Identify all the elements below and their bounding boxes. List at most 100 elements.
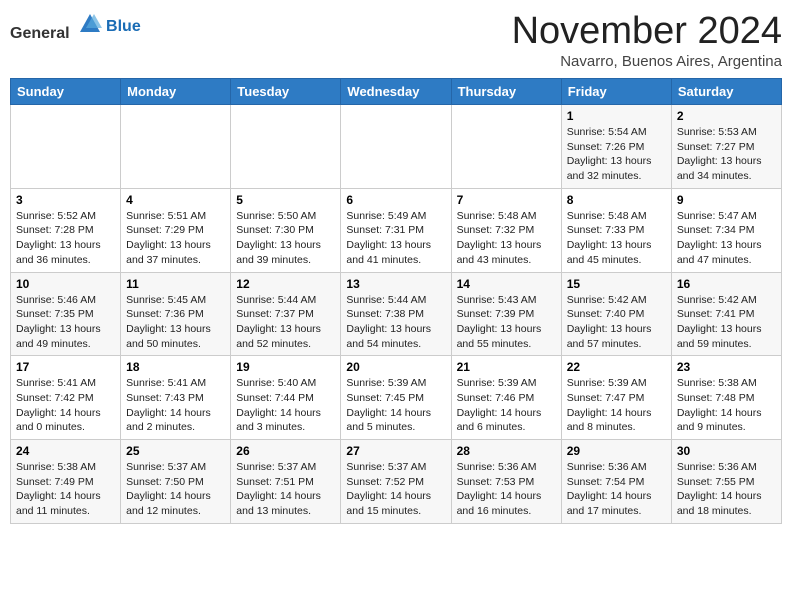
- day-number: 20: [346, 360, 445, 374]
- day-number: 28: [457, 444, 556, 458]
- day-detail: Sunrise: 5:36 AM Sunset: 7:53 PM Dayligh…: [457, 460, 556, 519]
- calendar-cell: 7Sunrise: 5:48 AM Sunset: 7:32 PM Daylig…: [451, 188, 561, 272]
- day-number: 27: [346, 444, 445, 458]
- day-detail: Sunrise: 5:38 AM Sunset: 7:48 PM Dayligh…: [677, 376, 776, 435]
- day-detail: Sunrise: 5:43 AM Sunset: 7:39 PM Dayligh…: [457, 293, 556, 352]
- calendar-cell: 14 Sunrise: 5:43 AM Sunset: 7:39 PM Dayli…: [451, 272, 561, 356]
- calendar-cell: 15 Sunrise: 5:42 AM Sunset: 7:40 PM Dayli…: [561, 272, 671, 356]
- day-number: 24: [16, 444, 115, 458]
- day-detail: Sunrise: 5:49 AM Sunset: 7:31 PM Dayligh…: [346, 209, 445, 268]
- logo-icon: [76, 10, 104, 38]
- day-detail: Sunrise: 5:48 AM Sunset: 7:32 PM Dayligh…: [457, 209, 556, 268]
- calendar-cell: 17 Sunrise: 5:41 AM Sunset: 7:42 PM Dayli…: [11, 356, 121, 440]
- day-detail: Sunrise: 5:46 AM Sunset: 7:35 PM Dayligh…: [16, 293, 115, 352]
- day-detail: Sunrise: 5:37 AM Sunset: 7:52 PM Dayligh…: [346, 460, 445, 519]
- calendar-cell: 24 Sunrise: 5:38 AM Sunset: 7:49 PM Dayli…: [11, 440, 121, 524]
- logo: General Blue: [10, 10, 141, 43]
- day-number: 6: [346, 193, 445, 207]
- calendar-cell: 18Sunrise: 5:41 AM Sunset: 7:43 PM Dayli…: [121, 356, 231, 440]
- page-header: General Blue November 2024 Navarro, Buen…: [10, 10, 782, 70]
- day-detail: Sunrise: 5:36 AM Sunset: 7:55 PM Dayligh…: [677, 460, 776, 519]
- calendar-cell: 9 Sunrise: 5:47 AM Sunset: 7:34 PM Daylig…: [671, 188, 781, 272]
- day-detail: Sunrise: 5:39 AM Sunset: 7:46 PM Dayligh…: [457, 376, 556, 435]
- day-detail: Sunrise: 5:54 AM Sunset: 7:26 PM Dayligh…: [567, 125, 666, 184]
- calendar-cell: 21 Sunrise: 5:39 AM Sunset: 7:46 PM Dayli…: [451, 356, 561, 440]
- calendar-cell: [451, 105, 561, 189]
- title-month: November 2024: [512, 10, 782, 53]
- day-number: 8: [567, 193, 666, 207]
- calendar-table: SundayMondayTuesdayWednesdayThursdayFrid…: [10, 78, 782, 524]
- day-number: 5: [236, 193, 335, 207]
- day-detail: Sunrise: 5:50 AM Sunset: 7:30 PM Dayligh…: [236, 209, 335, 268]
- calendar-cell: [341, 105, 451, 189]
- calendar-cell: 30 Sunrise: 5:36 AM Sunset: 7:55 PM Dayli…: [671, 440, 781, 524]
- day-number: 13: [346, 277, 445, 291]
- day-detail: Sunrise: 5:39 AM Sunset: 7:47 PM Dayligh…: [567, 376, 666, 435]
- day-number: 19: [236, 360, 335, 374]
- title-location: Navarro, Buenos Aires, Argentina: [512, 53, 782, 70]
- logo-general-text: General: [10, 25, 70, 42]
- calendar-cell: 6 Sunrise: 5:49 AM Sunset: 7:31 PM Daylig…: [341, 188, 451, 272]
- calendar-header-monday: Monday: [121, 79, 231, 105]
- day-detail: Sunrise: 5:45 AM Sunset: 7:36 PM Dayligh…: [126, 293, 225, 352]
- calendar-cell: 4 Sunrise: 5:51 AM Sunset: 7:29 PM Daylig…: [121, 188, 231, 272]
- day-detail: Sunrise: 5:38 AM Sunset: 7:49 PM Dayligh…: [16, 460, 115, 519]
- day-number: 15: [567, 277, 666, 291]
- day-number: 12: [236, 277, 335, 291]
- calendar-cell: 29Sunrise: 5:36 AM Sunset: 7:54 PM Dayli…: [561, 440, 671, 524]
- calendar-header-friday: Friday: [561, 79, 671, 105]
- calendar-header-wednesday: Wednesday: [341, 79, 451, 105]
- calendar-cell: [11, 105, 121, 189]
- calendar-header-sunday: Sunday: [11, 79, 121, 105]
- day-number: 23: [677, 360, 776, 374]
- calendar-week-0: 1 Sunrise: 5:54 AM Sunset: 7:26 PM Daylig…: [11, 105, 782, 189]
- day-detail: Sunrise: 5:37 AM Sunset: 7:51 PM Dayligh…: [236, 460, 335, 519]
- calendar-week-4: 24 Sunrise: 5:38 AM Sunset: 7:49 PM Dayli…: [11, 440, 782, 524]
- day-number: 1: [567, 109, 666, 123]
- calendar-cell: 11 Sunrise: 5:45 AM Sunset: 7:36 PM Dayli…: [121, 272, 231, 356]
- calendar-cell: 5 Sunrise: 5:50 AM Sunset: 7:30 PM Daylig…: [231, 188, 341, 272]
- day-detail: Sunrise: 5:44 AM Sunset: 7:38 PM Dayligh…: [346, 293, 445, 352]
- calendar-cell: 16Sunrise: 5:42 AM Sunset: 7:41 PM Dayli…: [671, 272, 781, 356]
- calendar-cell: [121, 105, 231, 189]
- calendar-header-row: SundayMondayTuesdayWednesdayThursdayFrid…: [11, 79, 782, 105]
- day-number: 10: [16, 277, 115, 291]
- calendar-cell: 27 Sunrise: 5:37 AM Sunset: 7:52 PM Dayli…: [341, 440, 451, 524]
- calendar-cell: 13 Sunrise: 5:44 AM Sunset: 7:38 PM Dayli…: [341, 272, 451, 356]
- calendar-cell: 19Sunrise: 5:40 AM Sunset: 7:44 PM Dayli…: [231, 356, 341, 440]
- day-detail: Sunrise: 5:44 AM Sunset: 7:37 PM Dayligh…: [236, 293, 335, 352]
- calendar-cell: 28 Sunrise: 5:36 AM Sunset: 7:53 PM Dayli…: [451, 440, 561, 524]
- day-detail: Sunrise: 5:39 AM Sunset: 7:45 PM Dayligh…: [346, 376, 445, 435]
- day-detail: Sunrise: 5:41 AM Sunset: 7:42 PM Dayligh…: [16, 376, 115, 435]
- day-detail: Sunrise: 5:51 AM Sunset: 7:29 PM Dayligh…: [126, 209, 225, 268]
- day-detail: Sunrise: 5:53 AM Sunset: 7:27 PM Dayligh…: [677, 125, 776, 184]
- day-detail: Sunrise: 5:42 AM Sunset: 7:41 PM Dayligh…: [677, 293, 776, 352]
- day-detail: Sunrise: 5:42 AM Sunset: 7:40 PM Dayligh…: [567, 293, 666, 352]
- day-number: 2: [677, 109, 776, 123]
- title-block: November 2024 Navarro, Buenos Aires, Arg…: [512, 10, 782, 70]
- calendar-cell: 3Sunrise: 5:52 AM Sunset: 7:28 PM Daylig…: [11, 188, 121, 272]
- day-number: 14: [457, 277, 556, 291]
- day-number: 17: [16, 360, 115, 374]
- day-detail: Sunrise: 5:36 AM Sunset: 7:54 PM Dayligh…: [567, 460, 666, 519]
- calendar-cell: 10 Sunrise: 5:46 AM Sunset: 7:35 PM Dayli…: [11, 272, 121, 356]
- calendar-cell: 23 Sunrise: 5:38 AM Sunset: 7:48 PM Dayli…: [671, 356, 781, 440]
- calendar-header-thursday: Thursday: [451, 79, 561, 105]
- day-detail: Sunrise: 5:47 AM Sunset: 7:34 PM Dayligh…: [677, 209, 776, 268]
- day-number: 21: [457, 360, 556, 374]
- day-number: 4: [126, 193, 225, 207]
- calendar-cell: 26Sunrise: 5:37 AM Sunset: 7:51 PM Dayli…: [231, 440, 341, 524]
- calendar-cell: 20 Sunrise: 5:39 AM Sunset: 7:45 PM Dayli…: [341, 356, 451, 440]
- calendar-cell: 12 Sunrise: 5:44 AM Sunset: 7:37 PM Dayli…: [231, 272, 341, 356]
- calendar-cell: 22Sunrise: 5:39 AM Sunset: 7:47 PM Dayli…: [561, 356, 671, 440]
- day-number: 30: [677, 444, 776, 458]
- day-detail: Sunrise: 5:37 AM Sunset: 7:50 PM Dayligh…: [126, 460, 225, 519]
- calendar-cell: 8Sunrise: 5:48 AM Sunset: 7:33 PM Daylig…: [561, 188, 671, 272]
- day-detail: Sunrise: 5:52 AM Sunset: 7:28 PM Dayligh…: [16, 209, 115, 268]
- day-number: 9: [677, 193, 776, 207]
- day-detail: Sunrise: 5:41 AM Sunset: 7:43 PM Dayligh…: [126, 376, 225, 435]
- calendar-cell: 25Sunrise: 5:37 AM Sunset: 7:50 PM Dayli…: [121, 440, 231, 524]
- logo-blue-text: Blue: [106, 18, 141, 36]
- calendar-cell: 2 Sunrise: 5:53 AM Sunset: 7:27 PM Daylig…: [671, 105, 781, 189]
- day-number: 11: [126, 277, 225, 291]
